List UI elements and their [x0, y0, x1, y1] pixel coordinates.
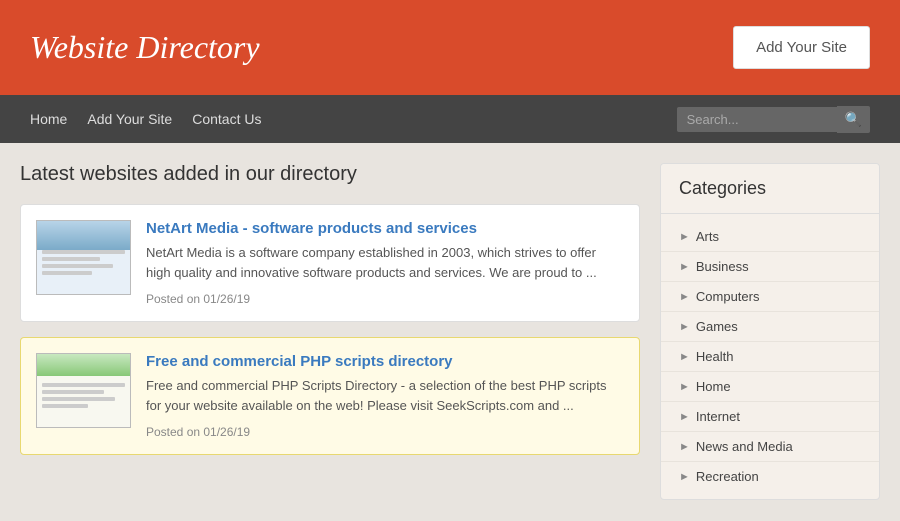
article-date: Posted on 01/26/19 — [146, 425, 250, 439]
article-thumbnail — [36, 220, 131, 295]
article-title[interactable]: NetArt Media - software products and ser… — [146, 220, 624, 237]
article-excerpt: NetArt Media is a software company estab… — [146, 243, 624, 282]
nav-item-add-site[interactable]: Add Your Site — [87, 111, 172, 127]
page-heading: Latest websites added in our directory — [20, 163, 640, 186]
category-arrow-icon: ► — [679, 321, 690, 333]
category-arrow-icon: ► — [679, 471, 690, 483]
category-arrow-icon: ► — [679, 411, 690, 423]
main-layout: Latest websites added in our directory N… — [0, 143, 900, 520]
article-excerpt: Free and commercial PHP Scripts Director… — [146, 376, 624, 415]
category-arrow-icon: ► — [679, 231, 690, 243]
site-header: Website Directory Add Your Site — [0, 0, 900, 95]
category-item[interactable]: ► Internet — [661, 402, 879, 432]
categories-box: Categories ► Arts ► Business ► Computers ► Game… — [660, 163, 880, 500]
category-item[interactable]: ► News and Media — [661, 432, 879, 462]
category-name: Internet — [696, 409, 740, 424]
category-name: Arts — [696, 229, 719, 244]
category-item[interactable]: ► Business — [661, 252, 879, 282]
article-card: NetArt Media - software products and ser… — [20, 204, 640, 322]
search-button[interactable]: 🔍 — [837, 106, 870, 133]
category-item[interactable]: ► Recreation — [661, 462, 879, 491]
category-item[interactable]: ► Health — [661, 342, 879, 372]
category-list: ► Arts ► Business ► Computers ► Games ► Health ► Ho… — [661, 214, 879, 499]
category-arrow-icon: ► — [679, 381, 690, 393]
category-name: News and Media — [696, 439, 793, 454]
navbar: Home Add Your Site Contact Us 🔍 — [0, 95, 900, 143]
search-container: 🔍 — [677, 106, 870, 133]
article-body: Free and commercial PHP scripts director… — [146, 353, 624, 439]
category-arrow-icon: ► — [679, 291, 690, 303]
article-thumbnail — [36, 353, 131, 428]
category-name: Recreation — [696, 469, 759, 484]
nav-link-contact[interactable]: Contact Us — [192, 111, 261, 127]
category-name: Games — [696, 319, 738, 334]
nav-item-contact[interactable]: Contact Us — [192, 111, 261, 127]
category-arrow-icon: ► — [679, 441, 690, 453]
category-name: Computers — [696, 289, 760, 304]
nav-link-add-site[interactable]: Add Your Site — [87, 111, 172, 127]
category-item[interactable]: ► Games — [661, 312, 879, 342]
article-card: Free and commercial PHP scripts director… — [20, 337, 640, 455]
article-title[interactable]: Free and commercial PHP scripts director… — [146, 353, 624, 370]
search-input[interactable] — [677, 107, 837, 132]
category-name: Home — [696, 379, 731, 394]
article-body: NetArt Media - software products and ser… — [146, 220, 624, 306]
content-area: Latest websites added in our directory N… — [20, 163, 660, 500]
nav-link-home[interactable]: Home — [30, 111, 67, 127]
category-item[interactable]: ► Computers — [661, 282, 879, 312]
category-name: Business — [696, 259, 749, 274]
category-arrow-icon: ► — [679, 261, 690, 273]
add-site-header-button[interactable]: Add Your Site — [733, 26, 870, 69]
sidebar: Categories ► Arts ► Business ► Computers ► Game… — [660, 163, 880, 500]
category-name: Health — [696, 349, 734, 364]
category-item[interactable]: ► Arts — [661, 222, 879, 252]
nav-links: Home Add Your Site Contact Us — [30, 111, 261, 127]
category-arrow-icon: ► — [679, 351, 690, 363]
article-date: Posted on 01/26/19 — [146, 292, 250, 306]
site-title: Website Directory — [30, 29, 260, 66]
nav-item-home[interactable]: Home — [30, 111, 67, 127]
category-item[interactable]: ► Home — [661, 372, 879, 402]
categories-heading: Categories — [661, 164, 879, 214]
